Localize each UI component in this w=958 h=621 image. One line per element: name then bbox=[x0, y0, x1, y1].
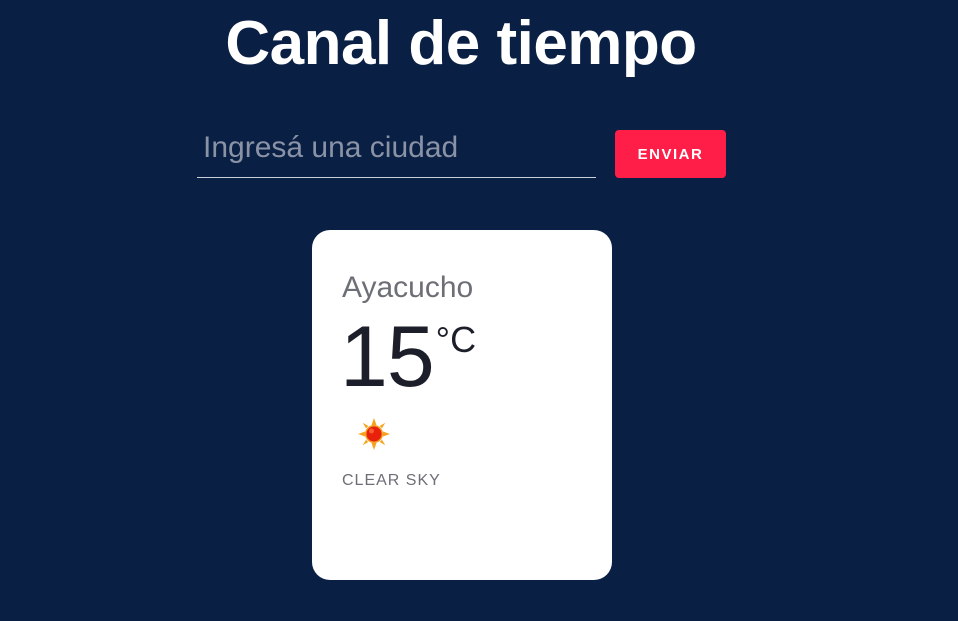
weather-card: Ayacucho 15°C CLEAR SKY bbox=[312, 230, 612, 580]
temperature-display: 15°C bbox=[340, 312, 476, 402]
sun-icon bbox=[356, 416, 392, 452]
city-input[interactable] bbox=[197, 126, 596, 178]
city-name: Ayacucho bbox=[342, 271, 474, 304]
temperature-value: 15 bbox=[340, 309, 435, 405]
search-form: ENVIAR bbox=[197, 120, 727, 182]
send-button[interactable]: ENVIAR bbox=[615, 130, 726, 178]
temperature-unit: °C bbox=[435, 319, 477, 360]
weather-condition: CLEAR SKY bbox=[342, 472, 441, 489]
page-title: Canal de tiempo bbox=[225, 9, 697, 78]
